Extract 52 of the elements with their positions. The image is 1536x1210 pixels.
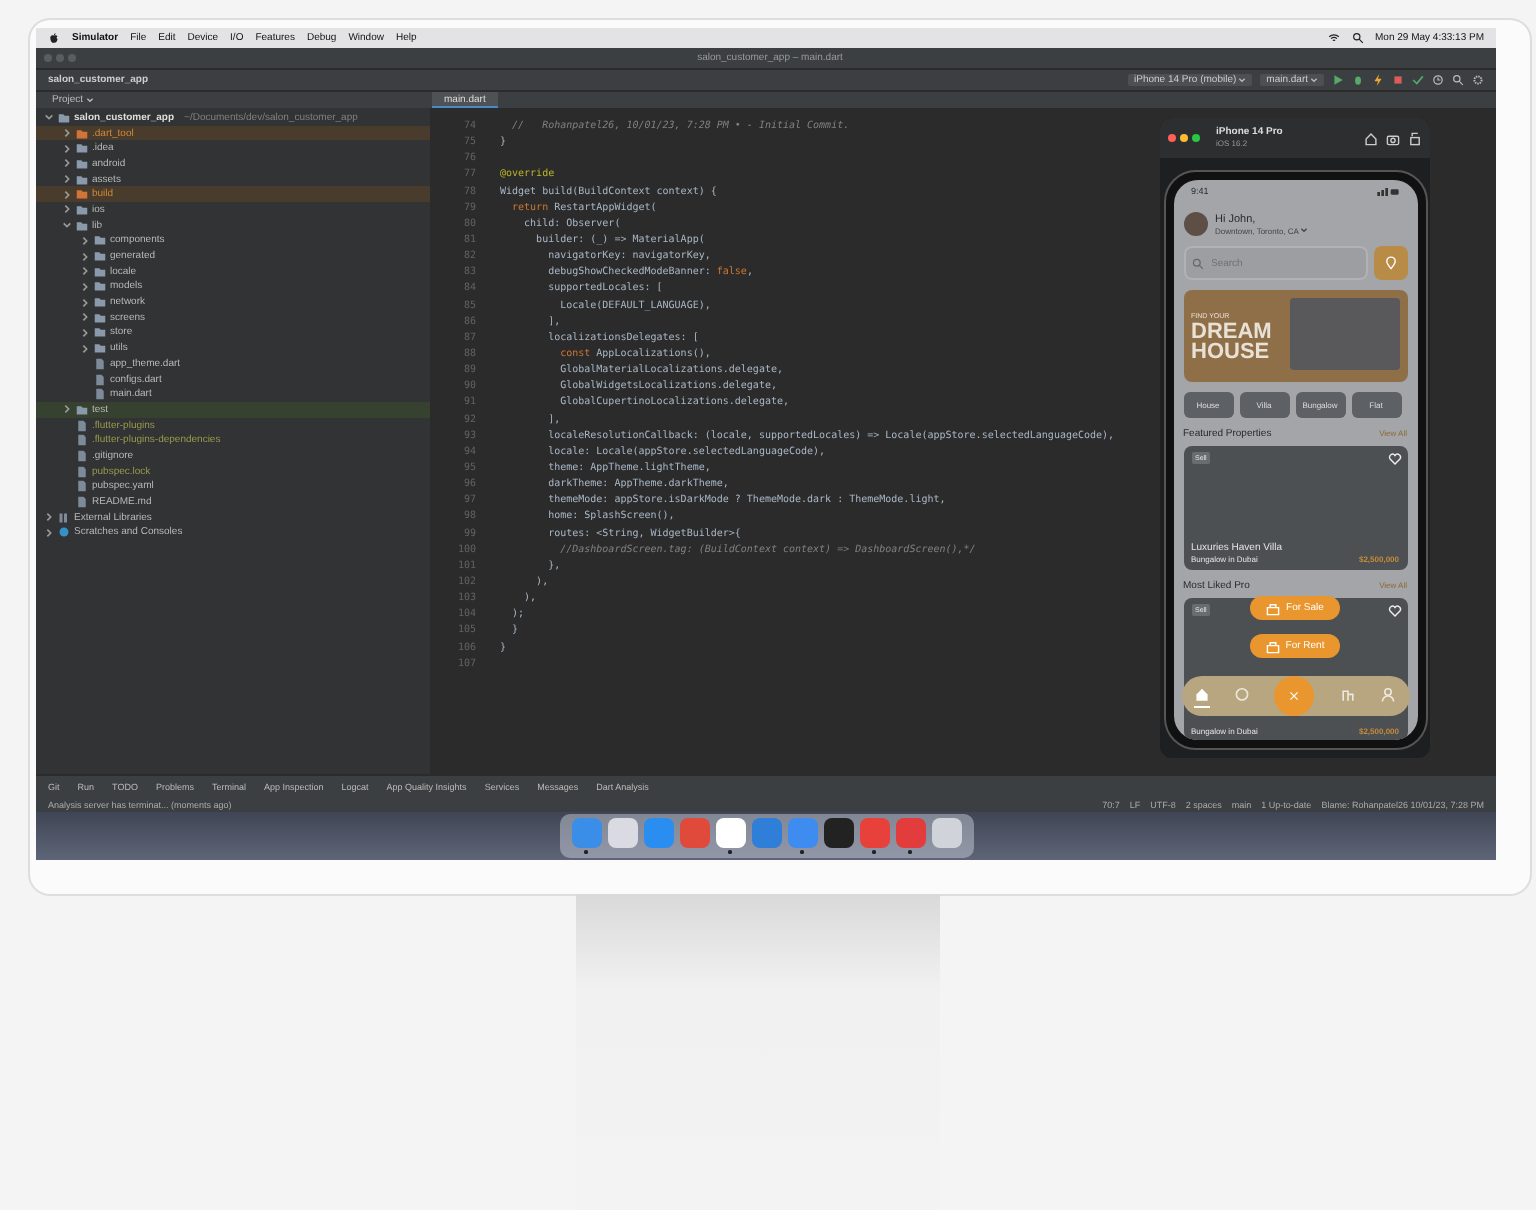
chevron-icon[interactable] [44,112,54,123]
chevron-icon[interactable] [80,343,90,354]
heart-icon[interactable] [1387,452,1401,466]
caret-icon [85,95,94,104]
chevron-icon[interactable] [80,251,90,262]
close-icon [1288,690,1301,702]
photo-placeholder [1289,298,1399,370]
stop-icon[interactable] [1392,74,1404,86]
chevron-icon[interactable] [62,220,72,231]
folder-icon [76,403,88,416]
chevron-icon[interactable] [80,312,90,323]
search-icon [1191,257,1203,269]
lightning-icon[interactable] [1372,74,1384,86]
app-icon[interactable] [607,818,637,849]
chevron-icon[interactable] [62,189,72,200]
apple-icon[interactable] [48,32,60,44]
app-icon[interactable] [823,818,853,849]
chevron-icon[interactable] [44,512,54,523]
chevron-icon[interactable] [62,174,72,185]
chevron-icon[interactable] [62,158,72,169]
avatar[interactable] [1183,212,1207,236]
banner-headline: DREAM HOUSE [1191,321,1271,361]
heart-icon[interactable] [1387,604,1401,618]
location-button[interactable] [1373,246,1407,280]
chevron-icon[interactable] [80,327,90,338]
camera-icon[interactable] [1386,131,1400,145]
chevron-icon[interactable] [80,235,90,246]
check-icon[interactable] [1412,74,1424,86]
app-icon[interactable] [715,818,745,849]
caret-icon [1238,75,1247,84]
search-icon[interactable] [1452,74,1464,86]
console-icon [58,526,70,539]
caret-icon [1300,226,1309,235]
chevron-icon[interactable] [44,527,54,538]
search-icon[interactable] [1351,32,1364,44]
briefcase-icon [1265,639,1280,653]
chevron-icon[interactable] [62,128,72,139]
home-icon[interactable] [1364,131,1378,145]
history-icon[interactable] [1432,74,1444,86]
briefcase-icon [1266,601,1281,615]
chevron-icon[interactable] [80,266,90,277]
chevron-icon[interactable] [62,404,72,415]
signal-icon [1375,187,1399,195]
chevron-icon[interactable] [80,297,90,308]
rotate-icon[interactable] [1408,131,1422,145]
chevron-icon[interactable] [80,281,90,292]
chevron-icon[interactable] [62,143,72,154]
run-icon[interactable] [1332,74,1344,86]
library-icon [58,511,70,524]
wifi-icon[interactable] [1327,32,1340,44]
chevron-icon[interactable] [62,204,72,215]
pin-icon [1383,256,1397,270]
